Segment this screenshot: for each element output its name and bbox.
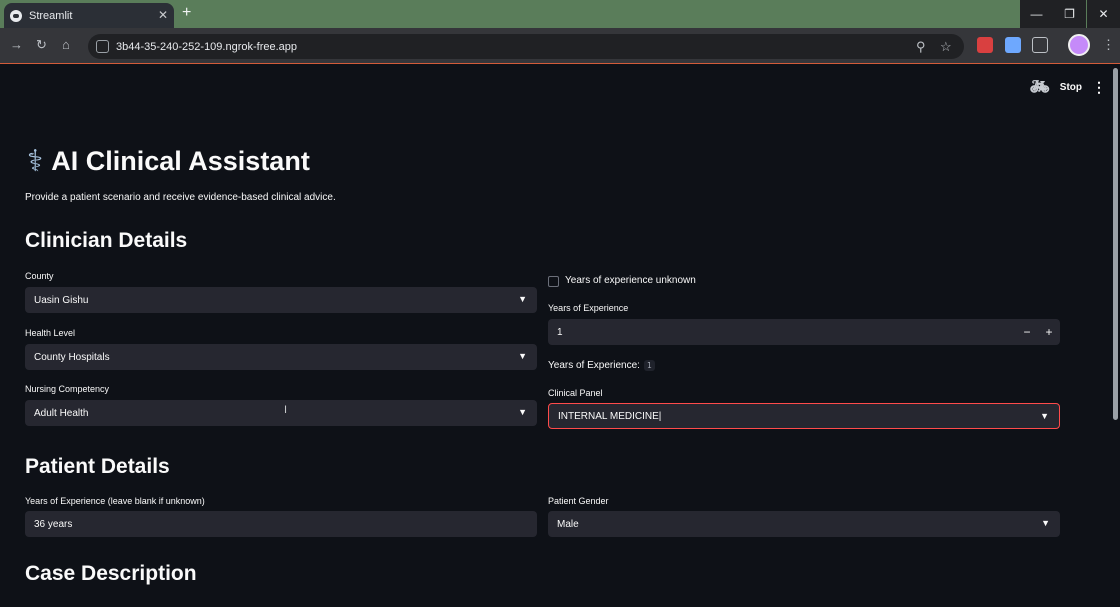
running-bicycle-icon: 🚲︎ — [1029, 79, 1050, 96]
translate-icon[interactable] — [1005, 37, 1021, 53]
patient-age-value: 36 years — [34, 518, 73, 530]
minimize-icon[interactable]: — — [1020, 0, 1053, 28]
main-menu-icon[interactable]: ⋮ — [1092, 79, 1106, 96]
health-level-label: Health Level — [25, 328, 76, 338]
chevron-down-icon: ▼ — [1041, 518, 1050, 528]
patient-heading: Patient Details — [25, 455, 170, 478]
county-select[interactable]: Uasin Gishu ▼ — [25, 287, 537, 313]
patient-gender-label: Patient Gender — [548, 496, 609, 506]
streamlit-favicon-icon — [10, 9, 22, 22]
extension-shield-icon[interactable] — [977, 37, 993, 53]
close-window-icon[interactable]: ✕ — [1087, 0, 1120, 28]
patient-age-input[interactable]: 36 years — [25, 511, 537, 537]
restore-icon[interactable]: ❐ — [1053, 0, 1086, 28]
text-cursor-icon: Ι — [284, 404, 288, 416]
increment-button[interactable]: + — [1038, 319, 1060, 345]
tab-title: Streamlit — [29, 9, 73, 22]
page-subtitle: Provide a patient scenario and receive e… — [25, 192, 336, 203]
years-display-label: Years of Experience: — [548, 360, 640, 371]
decrement-button[interactable]: − — [1016, 319, 1038, 345]
case-heading: Case Description — [25, 562, 197, 585]
years-experience-input[interactable]: 1 − + — [548, 319, 1060, 345]
chevron-down-icon: ▼ — [518, 407, 527, 417]
back-icon[interactable]: → — [10, 37, 23, 52]
browser-tab-strip: Streamlit ✕ + — ❐ ✕ — [0, 0, 1120, 28]
years-experience-label: Years of Experience — [548, 303, 629, 313]
home-icon[interactable]: ⌂ — [62, 37, 70, 52]
years-display-value: 1 — [643, 360, 655, 371]
nursing-competency-value: Adult Health — [34, 407, 89, 419]
page-title-row: ⚕ AI Clinical Assistant — [27, 144, 310, 179]
browser-toolbar: → ↻ ⌂ 3b44-35-240-252-109.ngrok-free.app… — [0, 28, 1120, 64]
profile-avatar[interactable] — [1068, 34, 1090, 56]
chevron-down-icon: ▼ — [518, 294, 527, 304]
chevron-down-icon: ▼ — [1040, 411, 1049, 421]
years-experience-display: Years of Experience: 1 — [548, 360, 655, 371]
extensions-puzzle-icon[interactable] — [1032, 37, 1048, 53]
browser-menu-icon[interactable]: ⋮ — [1102, 37, 1115, 53]
clinician-heading: Clinician Details — [25, 229, 188, 252]
stop-button[interactable]: Stop — [1060, 82, 1082, 93]
patient-gender-value: Male — [557, 518, 579, 530]
chevron-down-icon: ▼ — [518, 351, 527, 361]
close-tab-icon[interactable]: ✕ — [158, 8, 168, 22]
patient-age-label: Years of Experience (leave blank if unkn… — [25, 496, 205, 506]
new-tab-icon[interactable]: + — [182, 4, 191, 22]
page-scrollbar[interactable] — [1113, 68, 1118, 420]
streamlit-app: 🚲︎ Stop ⋮ ⚕ AI Clinical Assistant Provid… — [0, 65, 1120, 607]
county-label: County — [25, 271, 54, 281]
health-level-value: County Hospitals — [34, 351, 110, 363]
site-info-icon[interactable] — [96, 40, 109, 53]
clinical-panel-select[interactable]: INTERNAL MEDICINE | ▼ — [548, 403, 1060, 429]
bookmark-star-icon[interactable]: ☆ — [940, 39, 952, 55]
clinical-panel-label: Clinical Panel — [548, 388, 603, 398]
browser-tab[interactable]: Streamlit ✕ — [4, 3, 174, 28]
experience-unknown-label: Years of experience unknown — [565, 275, 696, 286]
years-experience-value: 1 — [557, 326, 563, 338]
address-bar[interactable]: 3b44-35-240-252-109.ngrok-free.app ⚲ ☆ — [88, 34, 964, 59]
stethoscope-icon: ⚕ — [27, 145, 44, 178]
nursing-competency-select[interactable]: Adult Health ▼ — [25, 400, 537, 426]
county-value: Uasin Gishu — [34, 294, 89, 306]
experience-unknown-checkbox[interactable] — [548, 276, 559, 287]
patient-gender-select[interactable]: Male ▼ — [548, 511, 1060, 537]
health-level-select[interactable]: County Hospitals ▼ — [25, 344, 537, 370]
nursing-competency-label: Nursing Competency — [25, 384, 110, 394]
page-title: AI Clinical Assistant — [51, 146, 310, 176]
url-text: 3b44-35-240-252-109.ngrok-free.app — [116, 40, 298, 53]
clinical-panel-value: INTERNAL MEDICINE — [558, 410, 659, 422]
run-status: 🚲︎ Stop ⋮ — [1029, 77, 1106, 97]
reload-icon[interactable]: ↻ — [36, 37, 47, 53]
zoom-icon[interactable]: ⚲ — [916, 39, 926, 55]
